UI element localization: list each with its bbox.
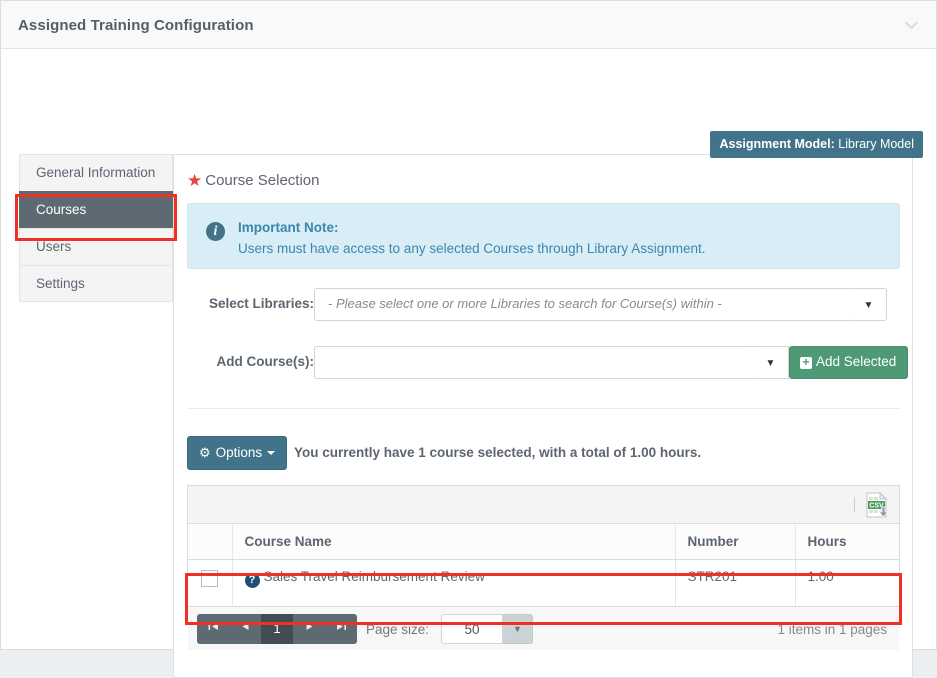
column-header-hours[interactable]: Hours: [795, 524, 899, 560]
panel-body: Assignment Model: Library Model General …: [1, 49, 936, 649]
prev-page-icon: [241, 622, 250, 631]
status-badge-value: Library Model: [838, 137, 914, 151]
sidebar-item-label: General Information: [36, 165, 155, 180]
sidebar-item-label: Users: [36, 239, 71, 254]
column-header-select: [188, 524, 232, 560]
sidebar-item-users[interactable]: Users: [19, 228, 173, 265]
sidebar-item-label: Courses: [36, 202, 86, 217]
required-star-icon: ★: [187, 171, 202, 190]
courses-table: Course Name Number Hours ? Sales Travel R…: [188, 524, 899, 608]
sidebar-item-general-information[interactable]: General Information: [19, 154, 173, 191]
add-selected-label: Add Selected: [816, 354, 896, 369]
course-selection-content: ★Course Selection i Important Note: User…: [173, 154, 913, 678]
caret-down-icon: [267, 451, 275, 455]
course-hours-cell: 1.00: [795, 560, 899, 608]
sidebar-tabs: General Information Courses Users Settin…: [19, 154, 173, 302]
table-header: Course Name Number Hours: [188, 524, 899, 560]
question-circle-icon[interactable]: ?: [245, 573, 260, 588]
csv-download-icon[interactable]: CSV: [863, 491, 891, 519]
table-header-row: Course Name Number Hours: [188, 524, 899, 560]
pager-next-button[interactable]: [293, 614, 325, 644]
alert-text: Users must have access to any selected C…: [238, 241, 705, 256]
table-row: ? Sales Travel Reimbursement Review STR20…: [188, 560, 899, 608]
options-label: Options: [216, 445, 263, 460]
divider: [187, 408, 900, 409]
select-libraries-label: Select Libraries:: [199, 295, 314, 313]
sidebar-item-courses[interactable]: Courses: [19, 191, 173, 228]
assigned-training-panel: Assigned Training Configuration Assignme…: [0, 0, 937, 650]
course-name-cell: ? Sales Travel Reimbursement Review: [232, 560, 675, 608]
panel-header: Assigned Training Configuration: [1, 1, 936, 49]
column-header-number[interactable]: Number: [675, 524, 795, 560]
pager-current-page[interactable]: 1: [261, 614, 293, 644]
select-libraries-input[interactable]: - Please select one or more Libraries to…: [314, 288, 852, 321]
add-selected-button[interactable]: + Add Selected: [789, 346, 908, 379]
add-courses-label: Add Course(s):: [179, 353, 314, 371]
pager-info: 1 items in 1 pages: [777, 622, 887, 637]
add-courses-input[interactable]: [314, 346, 754, 379]
grid-pager: 1 Page size:: [188, 606, 899, 650]
row-checkbox[interactable]: [201, 570, 218, 587]
selection-summary: You currently have 1 course selected, wi…: [294, 445, 701, 460]
page-size-input[interactable]: 50: [441, 614, 503, 644]
pager-prev-button[interactable]: [229, 614, 261, 644]
select-libraries-dropdown-icon[interactable]: ▼: [851, 288, 887, 321]
alert-title: Important Note:: [238, 220, 339, 235]
chevron-down-glyph: [904, 20, 919, 30]
column-header-course-name[interactable]: Course Name: [232, 524, 675, 560]
sidebar-item-label: Settings: [36, 276, 85, 291]
courses-grid: CSV Course Name Number Hours: [187, 485, 900, 609]
section-title: ★Course Selection: [187, 171, 319, 191]
section-title-label: Course Selection: [205, 172, 319, 189]
pager-first-button[interactable]: [197, 614, 229, 644]
last-page-icon: [336, 622, 347, 631]
toolbar-separator: [854, 497, 855, 512]
grid-toolbar: CSV: [188, 486, 899, 524]
row-select-cell: [188, 560, 232, 608]
info-circle-icon: i: [206, 222, 225, 241]
chevron-down-icon[interactable]: [900, 17, 922, 35]
plus-square-icon: +: [800, 357, 812, 369]
course-number-cell: STR201: [675, 560, 795, 608]
pager-buttons: 1: [197, 614, 357, 644]
options-button[interactable]: ⚙ Options: [187, 436, 287, 470]
course-name-text: Sales Travel Reimbursement Review: [264, 569, 485, 584]
important-note-alert: i Important Note: Users must have access…: [187, 203, 900, 269]
gear-icon: ⚙: [199, 445, 211, 460]
table-body: ? Sales Travel Reimbursement Review STR20…: [188, 560, 899, 608]
first-page-icon: [208, 622, 219, 631]
page-size-label: Page size:: [366, 622, 429, 637]
next-page-icon: [305, 622, 314, 631]
pager-last-button[interactable]: [325, 614, 357, 644]
sidebar-item-settings[interactable]: Settings: [19, 265, 173, 302]
page-size-dropdown-icon[interactable]: ▼: [503, 614, 533, 644]
status-badge-prefix: Assignment Model:: [719, 137, 834, 151]
add-courses-dropdown-icon[interactable]: ▼: [753, 346, 789, 379]
page-title: Assigned Training Configuration: [18, 17, 254, 34]
csv-download-glyph: CSV: [863, 491, 891, 519]
status-badge: Assignment Model: Library Model: [710, 131, 923, 158]
